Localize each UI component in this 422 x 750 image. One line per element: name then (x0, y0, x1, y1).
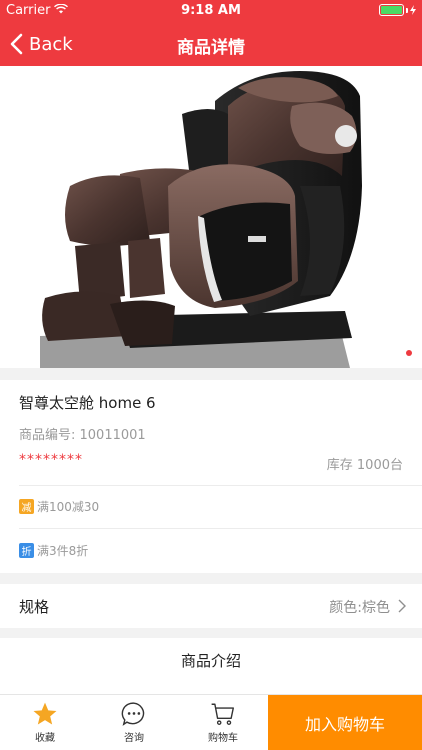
divider (19, 528, 422, 529)
navigation-bar: Back 商品详情 (0, 22, 422, 66)
status-time: 9:18 AM (181, 3, 241, 18)
chevron-right-icon (398, 599, 406, 613)
star-icon (33, 702, 57, 725)
spec-label: 规格 (19, 598, 50, 616)
product-intro-section: 商品介绍 (0, 638, 422, 694)
cart-button[interactable]: 购物车 (188, 699, 258, 744)
promotion-text: 满3件8折 (37, 544, 89, 558)
battery-icon (379, 4, 416, 16)
cart-label: 购物车 (208, 733, 238, 744)
product-price: ******** (19, 452, 83, 468)
carousel-indicator[interactable] (406, 350, 412, 356)
product-stock: 库存 1000台 (326, 458, 403, 473)
consult-button[interactable]: 咨询 (99, 699, 169, 744)
promotion-discount: 减 满100减30 (19, 498, 99, 515)
brand-plate (248, 236, 266, 242)
add-to-cart-button[interactable]: 加入购物车 (268, 695, 422, 750)
promotion-bulk: 折 满3件8折 (19, 542, 88, 559)
app-root: Carrier 9:18 AM Back 商品详情 智尊太空舱 home 6 商… (0, 0, 422, 750)
discount-badge-icon: 减 (19, 499, 34, 514)
product-info-card: 智尊太空舱 home 6 商品编号: 10011001 ******** 库存 … (0, 380, 422, 573)
bulk-badge-icon: 折 (19, 543, 34, 558)
product-name: 智尊太空舱 home 6 (19, 394, 156, 412)
favorite-label: 收藏 (35, 733, 55, 744)
product-code: 商品编号: 10011001 (19, 428, 146, 443)
spec-value: 颜色:棕色 (329, 600, 390, 616)
spec-selector[interactable]: 规格 颜色:棕色 (0, 584, 422, 628)
charging-icon (410, 5, 416, 15)
favorite-button[interactable]: 收藏 (10, 699, 80, 744)
intro-title: 商品介绍 (180, 652, 241, 670)
product-image-carousel[interactable] (0, 66, 422, 368)
consult-label: 咨询 (124, 733, 144, 744)
page-title: 商品详情 (177, 38, 245, 58)
status-bar: Carrier 9:18 AM (0, 0, 422, 22)
chat-icon (121, 702, 145, 726)
divider (19, 485, 422, 486)
massage-chair-image (40, 71, 362, 368)
bottom-action-bar: 收藏 咨询 购物车 加入购物车 (0, 694, 422, 750)
promotion-text: 满100减30 (37, 500, 100, 514)
header: Carrier 9:18 AM Back 商品详情 (0, 0, 422, 66)
shopping-cart-icon (211, 703, 234, 725)
